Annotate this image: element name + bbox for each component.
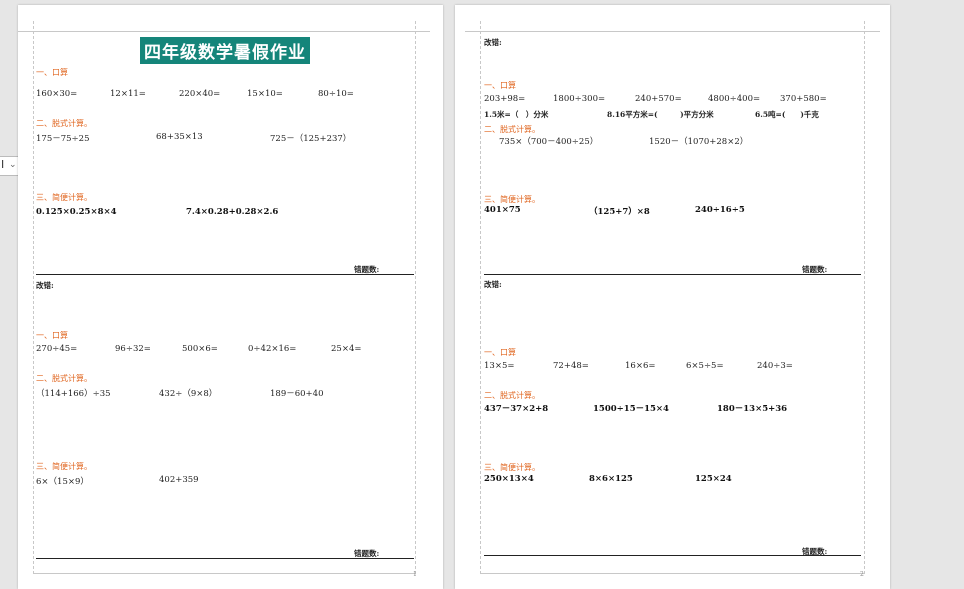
section-stepwise-label: 二、脱式计算。 (36, 374, 92, 383)
question: 6×（15×9） (36, 477, 89, 487)
question: 402+359 (159, 475, 199, 485)
question: 437－37×2+8 (484, 404, 549, 414)
question: 500×6= (182, 344, 218, 354)
unit-conversion: 1.5米=（ ）分米 (484, 110, 549, 119)
question: 203+98= (484, 94, 526, 104)
question: 401×75 (484, 205, 521, 215)
margin-guide-left (33, 21, 34, 574)
question: 189－60+40 (270, 389, 324, 399)
question: 240÷16÷5 (695, 205, 745, 215)
question: 0÷42×16= (248, 344, 297, 354)
question: 180－13×5+36 (717, 404, 788, 414)
question: 15×10= (247, 89, 283, 99)
question: 1500÷15－15×4 (593, 404, 669, 414)
divider-line (484, 274, 861, 275)
question: 13×5= (484, 361, 515, 371)
worksheet-title: 四年级数学暑假作业 (140, 37, 310, 64)
divider-line (36, 274, 414, 275)
section-oral-label: 一、口算 (36, 68, 68, 77)
question: 12×11= (110, 89, 146, 99)
section-simplify-label: 三、简便计算。 (36, 462, 92, 471)
section-simplify-label: 三、简便计算。 (36, 193, 92, 202)
question: 16×6= (625, 361, 656, 371)
unit-conversion: 6.5吨=( )千克 (755, 110, 819, 119)
question: 80÷10= (318, 89, 354, 99)
margin-guide-bottom (33, 573, 415, 574)
question: 1520－（1070+28×2） (649, 137, 749, 147)
unit-conversion: 8.16平方米=( )平方分米 (607, 110, 714, 119)
question: 0.125×0.25×8×4 (36, 207, 117, 217)
section-simplify-label: 三、简便计算。 (484, 195, 540, 204)
correction-label: 改错: (484, 280, 502, 289)
question: 250×13×4 (484, 474, 534, 484)
question: 432÷（9×8） (159, 389, 218, 399)
margin-guide-top (18, 31, 430, 32)
margin-guide-right (864, 21, 865, 574)
question: 735×（700－400÷25） (499, 137, 599, 147)
question: 68+35×13 (156, 132, 203, 142)
question: 96÷32= (115, 344, 151, 354)
section-simplify-label: 三、简便计算。 (484, 463, 540, 472)
ibeam-cursor-icon: Ⅰ (1, 158, 5, 171)
chevron-down-icon[interactable]: ⌄ (9, 160, 17, 170)
document-page-2: 改错: 一、口算 203+98= 1800÷300= 240+570= 4800… (455, 5, 890, 589)
document-page-1: 四年级数学暑假作业 一、口算 160×30= 12×11= 220×40= 15… (18, 5, 443, 589)
question: 160×30= (36, 89, 78, 99)
section-oral-label: 一、口算 (484, 348, 516, 357)
section-stepwise-label: 二、脱式计算。 (36, 119, 92, 128)
question: 4800÷400= (708, 94, 761, 104)
page-number: 1 (413, 571, 417, 578)
divider-line (484, 555, 861, 556)
section-oral-label: 一、口算 (484, 81, 516, 90)
question: 6×5÷5= (686, 361, 724, 371)
section-oral-label: 一、口算 (36, 331, 68, 340)
margin-guide-left (480, 21, 481, 574)
margin-guide-bottom (480, 573, 864, 574)
question: （125+7）×8 (589, 207, 650, 217)
question: 270÷45= (36, 344, 78, 354)
question: 25×4= (331, 344, 362, 354)
margin-guide-top (465, 31, 880, 32)
question: 240÷3= (757, 361, 793, 371)
section-stepwise-label: 二、脱式计算。 (484, 125, 540, 134)
margin-guide-right (415, 21, 416, 574)
question: 220×40= (179, 89, 221, 99)
page-number: 2 (860, 571, 864, 578)
question: 1800÷300= (553, 94, 606, 104)
question: 7.4×0.28+0.28×2.6 (186, 207, 279, 217)
question: 72+48= (553, 361, 589, 371)
question: 370+580= (780, 94, 827, 104)
question: 8×6×125 (589, 474, 633, 484)
question: （114+166）÷35 (36, 389, 111, 399)
question: 125×24 (695, 474, 732, 484)
divider-line (36, 558, 414, 559)
question: 725－（125+237） (270, 134, 352, 144)
section-stepwise-label: 二、脱式计算。 (484, 391, 540, 400)
correction-label: 改错: (484, 38, 502, 47)
question: 175－75÷25 (36, 134, 90, 144)
question: 240+570= (635, 94, 682, 104)
correction-label: 改错: (36, 281, 54, 290)
